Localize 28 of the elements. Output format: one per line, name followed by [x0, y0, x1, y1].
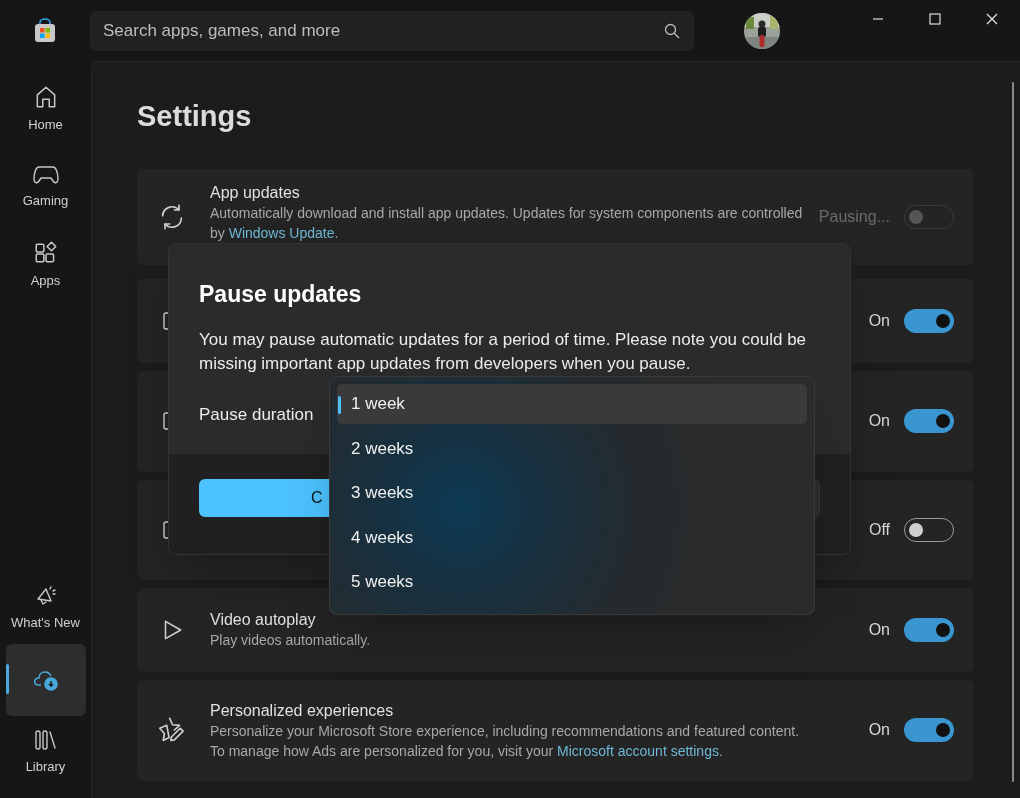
- toggle-status: On: [868, 411, 890, 431]
- dropdown-option[interactable]: 2 weeks: [337, 428, 807, 469]
- field-label: Pause duration: [199, 403, 314, 426]
- setting-description: Personalize your Microsoft Store experience, including recommendations and featured content. To manage how Ads are personalized for you, visit your Microsoft account settings.: [210, 721, 801, 761]
- link[interactable]: Microsoft account settings: [557, 742, 719, 759]
- setting-title: Video autoplay: [210, 610, 317, 630]
- setting-title: App updates: [210, 183, 301, 203]
- setting-title: Personalized experiences: [210, 700, 395, 721]
- dropdown-option[interactable]: 5 weeks: [337, 562, 807, 602]
- nav-item[interactable]: Apps: [5, 229, 86, 301]
- setting-description: Automatically download and install app updates. Updates for system components are controlled by Windows Update.: [210, 204, 804, 243]
- dialog-title: Pause updates: [199, 280, 363, 309]
- dropdown-option[interactable]: 3 weeks: [337, 473, 807, 513]
- search-field[interactable]: Search apps, games, and more: [90, 10, 694, 51]
- page-title: Settings: [137, 99, 253, 134]
- nav-item[interactable]: What's New: [5, 572, 86, 644]
- nav-item[interactable]: Home: [5, 73, 86, 145]
- dialog-text: You may pause automatic updates for a period of time. Please note you could be missing important app updates from developers when you pause.: [199, 328, 808, 375]
- toggle-status: On: [868, 310, 890, 331]
- toggle-status: On: [868, 720, 890, 740]
- toggle-status: Pausing...: [818, 206, 890, 227]
- dropdown-option[interactable]: 1 week: [337, 384, 807, 424]
- setting-description: Play videos automatically.: [210, 631, 372, 650]
- toggle-status: Off: [868, 519, 890, 540]
- nav-item[interactable]: Library: [5, 716, 86, 788]
- dropdown-option[interactable]: 4 weeks: [337, 517, 807, 558]
- nav-item[interactable]: Gaming: [5, 151, 86, 223]
- toggle-status: On: [868, 619, 890, 640]
